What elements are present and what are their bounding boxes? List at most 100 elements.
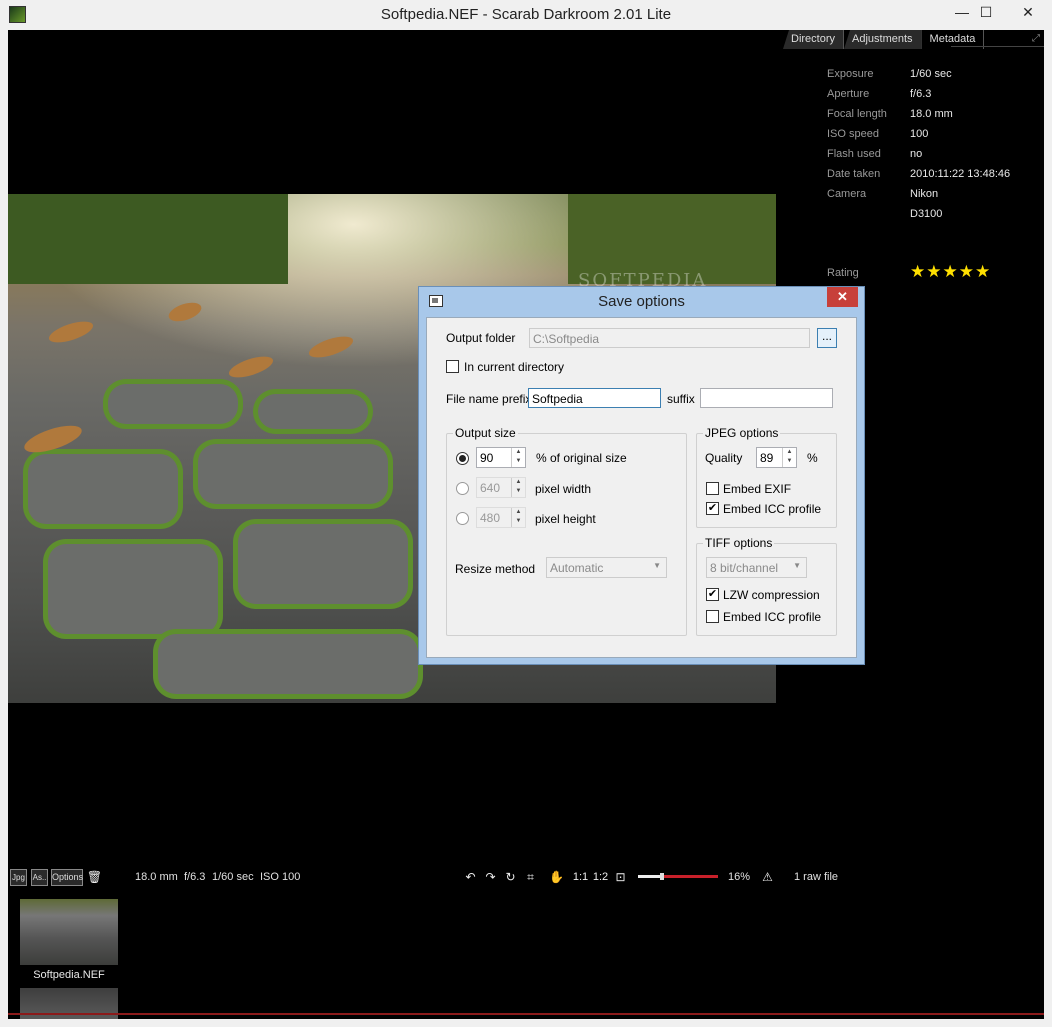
hand-icon[interactable]: ✋: [548, 869, 565, 886]
spin-down-icon[interactable]: ▼: [512, 517, 525, 526]
output-size-group: Output size 90 ▲ ▼ % of original size 640…: [446, 426, 687, 636]
prefix-input[interactable]: Softpedia: [528, 388, 661, 408]
spinner-arrows[interactable]: ▲ ▼: [511, 478, 525, 497]
lzw-compression-checkbox[interactable]: ✔: [706, 588, 719, 601]
metadata-row: Camera Nikon: [827, 188, 1037, 208]
leaf-shape: [226, 352, 276, 382]
metadata-value: f/6.3: [910, 88, 932, 100]
bit-depth-select[interactable]: 8 bit/channel ▼: [706, 557, 807, 578]
in-current-directory-label: In current directory: [464, 360, 565, 374]
metadata-row: Aperture f/6.3: [827, 88, 1037, 108]
quality-value: 89: [760, 451, 774, 465]
metadata-row: Date taken 2010:11:22 13:48:46: [827, 168, 1037, 188]
in-current-directory-checkbox[interactable]: [446, 360, 459, 373]
thumbnail-label: Softpedia.NEF: [33, 969, 105, 981]
leaf-shape: [306, 332, 356, 362]
pixel-height-label: pixel height: [535, 512, 596, 526]
cobblestone-shape: [108, 384, 238, 424]
metadata-value: 1/60 sec: [910, 68, 952, 80]
output-folder-field[interactable]: C:\Softpedia: [529, 328, 810, 348]
window-title: Softpedia.NEF - Scarab Darkroom 2.01 Lit…: [380, 6, 672, 23]
pixel-width-radio[interactable]: [456, 482, 469, 495]
zoom-level: 16%: [728, 871, 751, 883]
jpeg-embed-icc-checkbox[interactable]: ✔: [706, 502, 719, 515]
file-count: 1 raw file: [794, 871, 839, 883]
spin-down-icon[interactable]: ▼: [512, 457, 525, 466]
percent-spinner[interactable]: 90 ▲ ▼: [476, 447, 526, 468]
metadata-value: no: [910, 148, 923, 160]
metadata-list: Exposure 1/60 sec Aperture f/6.3 Focal len…: [827, 68, 1037, 228]
rotate-left-icon[interactable]: ↶: [462, 869, 479, 886]
tab-adjustments[interactable]: Adjustments: [844, 30, 922, 49]
percent-label: % of original size: [536, 451, 627, 465]
metadata-key: ISO speed: [827, 128, 879, 140]
trash-icon[interactable]: 🗑: [86, 869, 103, 886]
info-iso: ISO 100: [260, 871, 301, 883]
spin-up-icon[interactable]: ▲: [512, 478, 525, 487]
cobblestone-shape: [28, 454, 178, 524]
spinner-arrows[interactable]: ▲ ▼: [782, 448, 796, 467]
spin-down-icon[interactable]: ▼: [512, 487, 525, 496]
height-spinner[interactable]: 480 ▲ ▼: [476, 507, 526, 528]
warning-icon[interactable]: ⚠: [759, 869, 776, 886]
thumbnail[interactable]: [20, 899, 118, 965]
tab-directory[interactable]: Directory: [783, 30, 845, 49]
leaf-shape: [21, 420, 85, 458]
zoom-slider-handle[interactable]: [660, 873, 664, 880]
spinner-arrows[interactable]: ▲ ▼: [511, 508, 525, 527]
pixel-height-radio[interactable]: [456, 512, 469, 525]
spin-up-icon[interactable]: ▲: [783, 448, 796, 457]
zoom-1-1-button[interactable]: 1:1: [571, 869, 590, 886]
save-jpg-button[interactable]: Jpg: [10, 869, 27, 886]
panel-filter-field[interactable]: ⤢: [951, 30, 1044, 47]
cobblestone-shape: [258, 394, 368, 429]
metadata-row: Flash used no: [827, 148, 1037, 168]
info-focal-length: 18.0 mm: [135, 871, 178, 883]
output-folder-label: Output folder: [446, 331, 516, 345]
height-value: 480: [480, 511, 501, 525]
width-spinner[interactable]: 640 ▲ ▼: [476, 477, 526, 498]
save-as-button[interactable]: As..: [31, 869, 48, 886]
expand-icon[interactable]: ⤢: [1032, 33, 1040, 44]
options-button[interactable]: Options: [51, 869, 83, 886]
save-options-dialog: Save options ✕ Output folder C:\Softpedi…: [418, 286, 865, 665]
maximize-button[interactable]: ☐: [969, 0, 1003, 24]
lzw-compression-label: LZW compression: [723, 588, 820, 602]
metadata-row: D3100: [827, 208, 1037, 228]
embed-exif-checkbox[interactable]: [706, 482, 719, 495]
spin-down-icon[interactable]: ▼: [783, 457, 796, 466]
info-aperture: f/6.3: [184, 871, 206, 883]
browse-button[interactable]: ...: [817, 328, 837, 348]
fit-icon[interactable]: ⊡: [612, 869, 629, 886]
tiff-embed-icc-label: Embed ICC profile: [723, 610, 822, 624]
suffix-label: suffix: [667, 392, 695, 406]
dialog-close-button[interactable]: ✕: [827, 287, 858, 307]
suffix-input[interactable]: [700, 388, 833, 408]
spin-up-icon[interactable]: ▲: [512, 508, 525, 517]
dialog-body: Output folder C:\Softpedia ... In curren…: [426, 317, 857, 658]
metadata-value: 18.0 mm: [910, 108, 953, 120]
quality-spinner[interactable]: 89 ▲ ▼: [756, 447, 797, 468]
rating-label: Rating: [827, 267, 859, 279]
reset-icon[interactable]: ↻: [502, 869, 519, 886]
zoom-slider-fill: [660, 875, 718, 878]
zoom-1-2-button[interactable]: 1:2: [591, 869, 610, 886]
metadata-row: ISO speed 100: [827, 128, 1037, 148]
rating-stars[interactable]: ★★★★★: [910, 262, 991, 282]
bottom-accent-line: [8, 1013, 1044, 1015]
zoom-slider[interactable]: [638, 873, 718, 880]
resize-method-select[interactable]: Automatic ▼: [546, 557, 667, 578]
metadata-value: 2010:11:22 13:48:46: [910, 168, 1011, 180]
crop-icon[interactable]: ⌗: [522, 869, 539, 886]
close-window-button[interactable]: ✕: [1005, 0, 1051, 24]
cobblestone-shape: [198, 444, 388, 504]
spin-up-icon[interactable]: ▲: [512, 448, 525, 457]
spinner-arrows[interactable]: ▲ ▼: [511, 448, 525, 467]
metadata-key: Focal length: [827, 108, 887, 120]
tiff-options-title: TIFF options: [703, 536, 775, 550]
tiff-embed-icc-checkbox[interactable]: [706, 610, 719, 623]
prefix-label: File name prefix: [446, 392, 532, 406]
rotate-right-icon[interactable]: ↷: [482, 869, 499, 886]
quality-unit: %: [807, 451, 818, 465]
percent-radio[interactable]: [456, 452, 469, 465]
